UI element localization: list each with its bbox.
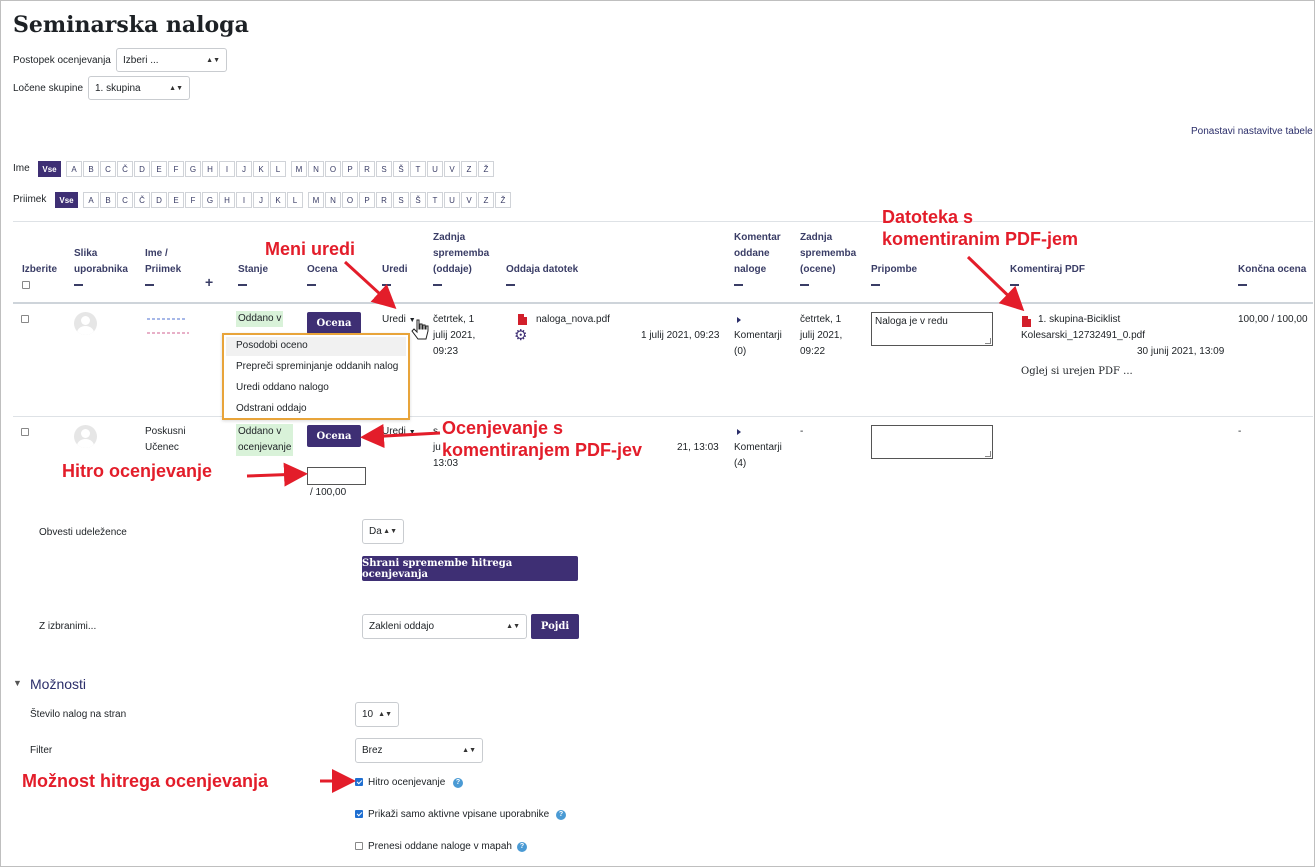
annotation-edit-menu: Meni uredi [265, 239, 356, 259]
annotation-pdf-grading: Ocenjevanje s komentiranjem PDF-jev [442, 417, 642, 461]
annotation-pdf-grading-line-1: Ocenjevanje s [442, 418, 564, 438]
annotation-annotated-pdf: Datoteka s komentiranim PDF-jem [882, 206, 1078, 250]
annotation-arrows [246, 255, 1025, 793]
annotation-pdf-grading-line-2: komentiranjem PDF-jev [442, 440, 643, 460]
annotation-annotated-pdf-line-2: komentiranim PDF-jem [882, 229, 1079, 249]
annotation-annotated-pdf-line-1: Datoteka s [882, 207, 974, 227]
annotation-quick-grading: Hitro ocenjevanje [62, 461, 213, 481]
annotation-quick-option: Možnost hitrega ocenjevanja [22, 771, 269, 791]
